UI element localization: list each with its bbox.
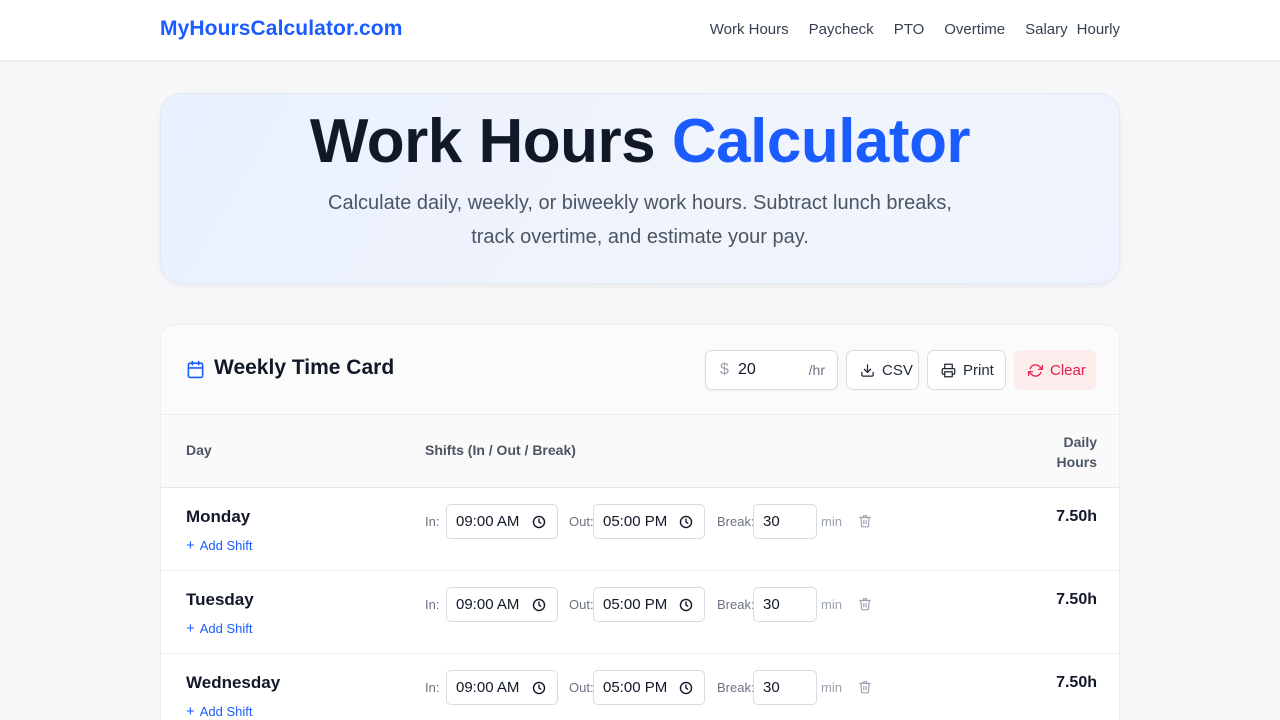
table-row: Monday + Add Shift In: 09:00 AM Out: 05:…	[161, 488, 1119, 571]
trash-icon[interactable]	[858, 679, 872, 695]
time-in-value: 09:00 AM	[456, 679, 520, 696]
time-out-value: 05:00 PM	[603, 513, 668, 530]
table-row: Tuesday + Add Shift In: 09:00 AM Out: 05…	[161, 571, 1119, 654]
time-out-input[interactable]: 05:00 PM	[593, 587, 705, 622]
time-card-title: Weekly Time Card	[214, 356, 395, 379]
nav-overtime[interactable]: Overtime	[944, 21, 1005, 38]
in-label: In:	[425, 597, 440, 612]
day-name: Tuesday	[186, 590, 254, 609]
page-subtitle: Calculate daily, weekly, or biweekly wor…	[161, 186, 1119, 254]
time-out-value: 05:00 PM	[603, 679, 668, 696]
clock-icon	[532, 681, 546, 695]
print-label: Print	[963, 361, 994, 379]
minutes-unit-label: min	[821, 597, 842, 612]
daily-hours-value: 7.50h	[1056, 674, 1097, 691]
time-in-input[interactable]: 09:00 AM	[446, 670, 558, 705]
add-shift-label: Add Shift	[199, 621, 253, 636]
hourly-rate-unit: /hr	[808, 362, 825, 378]
clock-icon	[532, 598, 546, 612]
time-out-value: 05:00 PM	[603, 596, 668, 613]
break-minutes-value: 30	[763, 679, 780, 696]
plus-icon: +	[186, 703, 195, 720]
break-minutes-value: 30	[763, 513, 780, 530]
print-button[interactable]: Print	[927, 350, 1006, 390]
out-label: Out:	[569, 514, 594, 529]
nav-work-hours[interactable]: Work Hours	[710, 21, 789, 38]
time-out-input[interactable]: 05:00 PM	[593, 504, 705, 539]
time-in-input[interactable]: 09:00 AM	[446, 587, 558, 622]
add-shift-label: Add Shift	[199, 538, 253, 553]
daily-hours-value: 7.50h	[1056, 508, 1097, 525]
clear-button[interactable]: Clear	[1014, 350, 1096, 390]
weekly-time-card: Weekly Time Card $ 20 /hr CSV Print Clea…	[160, 324, 1120, 720]
time-in-value: 09:00 AM	[456, 596, 520, 613]
clock-icon	[532, 515, 546, 529]
table-header: Day Shifts (In / Out / Break) Daily Hour…	[161, 415, 1119, 488]
site-logo[interactable]: MyHoursCalculator.com	[160, 17, 403, 41]
clock-icon	[679, 598, 693, 612]
column-header-day: Day	[186, 442, 212, 458]
printer-icon	[941, 363, 956, 377]
add-shift-link[interactable]: + Add Shift	[186, 538, 253, 553]
add-shift-link[interactable]: + Add Shift	[186, 704, 253, 719]
trash-icon[interactable]	[858, 513, 872, 529]
break-label: Break:	[717, 597, 755, 612]
clock-icon	[679, 515, 693, 529]
column-header-daily-line-1: Daily	[1063, 434, 1097, 450]
time-in-value: 09:00 AM	[456, 513, 520, 530]
page-title-main: Work Hours	[309, 107, 656, 176]
column-header-daily-line-2: Hours	[1056, 454, 1097, 470]
break-minutes-input[interactable]: 30	[753, 670, 817, 705]
page-title: Work Hours Calculator	[161, 106, 1119, 178]
clear-label: Clear	[1050, 361, 1086, 379]
add-shift-label: Add Shift	[199, 704, 253, 719]
break-minutes-input[interactable]: 30	[753, 504, 817, 539]
break-minutes-input[interactable]: 30	[753, 587, 817, 622]
export-csv-button[interactable]: CSV	[846, 350, 919, 390]
currency-symbol: $	[720, 361, 729, 378]
column-header-shifts: Shifts (In / Out / Break)	[425, 442, 576, 458]
daily-hours-value: 7.50h	[1056, 591, 1097, 608]
in-label: In:	[425, 680, 440, 695]
nav-paycheck[interactable]: Paycheck	[809, 21, 874, 38]
page-subtitle-line-1: Calculate daily, weekly, or biweekly wor…	[328, 192, 952, 214]
export-csv-label: CSV	[882, 361, 913, 379]
trash-icon[interactable]	[858, 596, 872, 612]
break-label: Break:	[717, 680, 755, 695]
refresh-icon	[1028, 363, 1043, 377]
download-icon	[861, 363, 874, 377]
in-label: In:	[425, 514, 440, 529]
hero-banner: Work Hours Calculator Calculate daily, w…	[160, 93, 1120, 284]
clock-icon	[679, 681, 693, 695]
plus-icon: +	[186, 537, 195, 554]
hourly-rate-value[interactable]: 20	[738, 361, 756, 379]
calendar-icon	[187, 360, 204, 379]
page-title-accent: Calculator	[671, 107, 971, 176]
column-header-daily-hours: Daily Hours	[1027, 432, 1097, 472]
page-subtitle-line-2: track overtime, and estimate your pay.	[471, 226, 809, 248]
day-name: Wednesday	[186, 673, 281, 692]
nav-salary[interactable]: Salary	[1025, 21, 1068, 38]
add-shift-link[interactable]: + Add Shift	[186, 621, 253, 636]
main-nav: Work Hours Paycheck PTO Overtime Salary …	[710, 21, 1120, 38]
time-in-input[interactable]: 09:00 AM	[446, 504, 558, 539]
break-label: Break:	[717, 514, 755, 529]
nav-pto[interactable]: PTO	[894, 21, 925, 38]
site-header: MyHoursCalculator.com Work Hours Paychec…	[0, 0, 1280, 61]
out-label: Out:	[569, 680, 594, 695]
nav-hourly[interactable]: Hourly	[1077, 21, 1120, 38]
time-out-input[interactable]: 05:00 PM	[593, 670, 705, 705]
table-row: Wednesday + Add Shift In: 09:00 AM Out: …	[161, 654, 1119, 720]
time-card-header: Weekly Time Card $ 20 /hr CSV Print Clea…	[161, 325, 1119, 415]
minutes-unit-label: min	[821, 514, 842, 529]
day-name: Monday	[186, 507, 251, 526]
break-minutes-value: 30	[763, 596, 780, 613]
out-label: Out:	[569, 597, 594, 612]
hourly-rate-input[interactable]: $ 20 /hr	[705, 350, 838, 390]
minutes-unit-label: min	[821, 680, 842, 695]
plus-icon: +	[186, 620, 195, 637]
